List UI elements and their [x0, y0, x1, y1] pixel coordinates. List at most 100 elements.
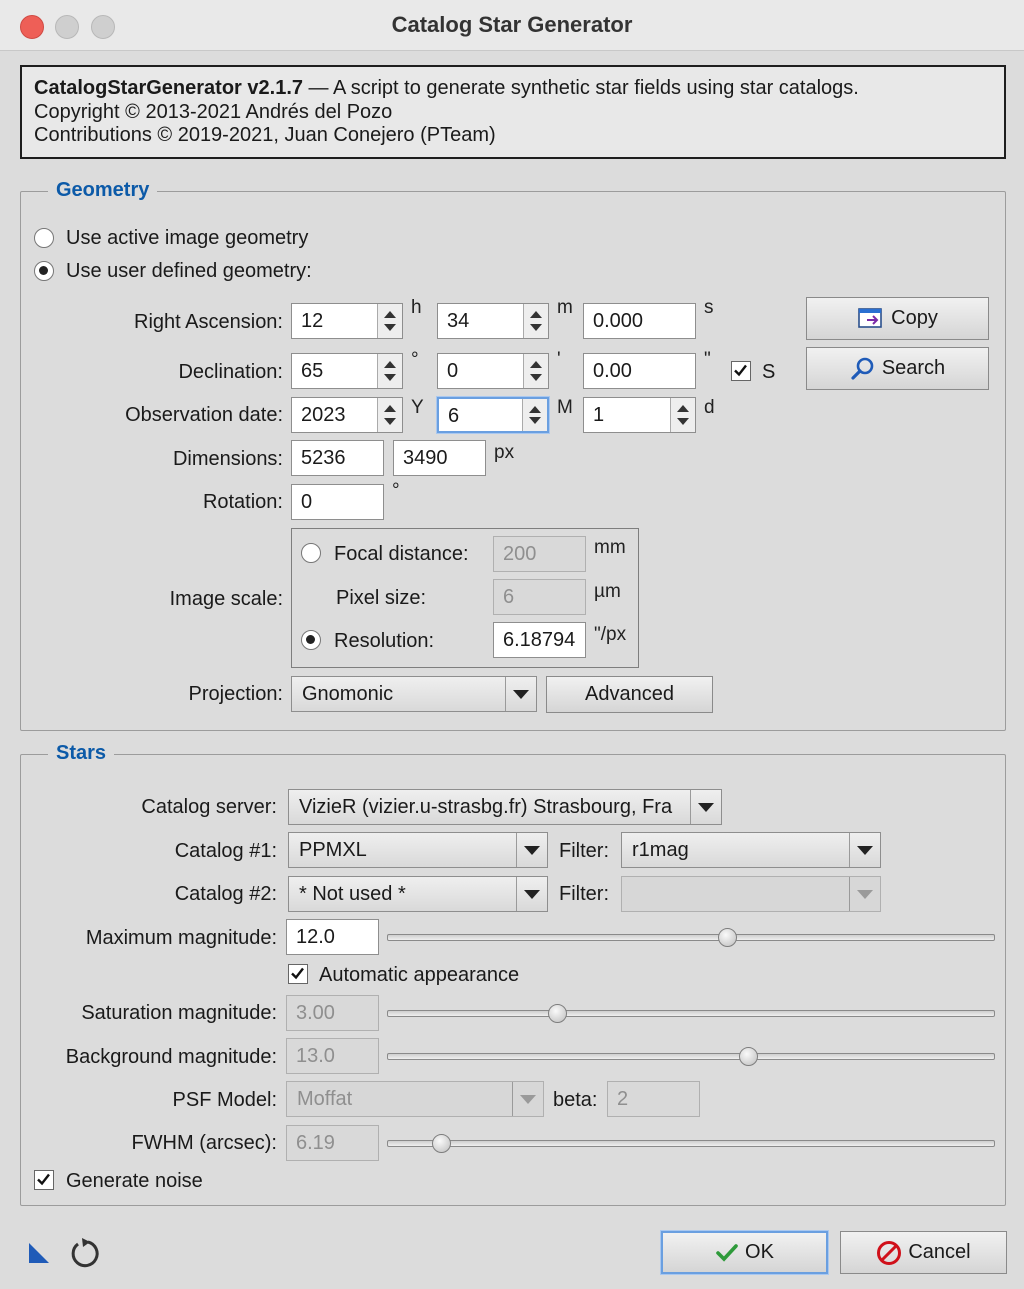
month-stepper[interactable]	[522, 399, 547, 431]
ra-hours-value: 12	[301, 310, 324, 332]
south-checkbox[interactable]	[731, 361, 751, 381]
radio-user-geometry[interactable]	[34, 261, 54, 281]
radio-active-geometry-label: Use active image geometry	[66, 227, 309, 249]
year-unit: Y	[411, 397, 424, 418]
width-input[interactable]: 5236	[291, 440, 384, 476]
dec-minutes-unit: '	[557, 349, 561, 370]
dec-degrees-stepper[interactable]	[377, 354, 402, 388]
radio-active-geometry[interactable]	[34, 228, 54, 248]
month-unit: M	[557, 397, 573, 418]
dec-degrees-value: 65	[301, 360, 324, 382]
new-instance-icon[interactable]	[27, 1241, 51, 1265]
psf-model-label: PSF Model:	[172, 1089, 277, 1111]
generate-noise-checkbox[interactable]	[34, 1170, 54, 1190]
rotation-input[interactable]: 0	[291, 484, 384, 520]
resolution-input[interactable]: 6.18794	[493, 622, 586, 658]
fwhm-input[interactable]: 6.19	[286, 1125, 379, 1161]
resolution-label: Resolution:	[334, 630, 435, 652]
search-button[interactable]: Search	[806, 347, 989, 390]
radio-focal-distance[interactable]	[301, 543, 321, 563]
auto-appearance-checkbox[interactable]	[288, 964, 308, 984]
ok-button[interactable]: OK	[661, 1231, 828, 1274]
resolution-unit: "/px	[594, 624, 627, 645]
dec-degrees-unit: °	[411, 349, 419, 370]
reset-icon[interactable]	[68, 1236, 102, 1270]
month-value: 6	[448, 405, 460, 427]
geometry-group-title: Geometry	[48, 179, 158, 202]
checkmark-icon	[734, 364, 747, 377]
year-spinbox[interactable]: 2023	[291, 397, 403, 433]
cancel-button[interactable]: Cancel	[840, 1231, 1007, 1274]
ra-minutes-value: 34	[447, 310, 470, 332]
ra-hours-stepper[interactable]	[377, 304, 402, 338]
beta-input[interactable]: 2	[607, 1081, 700, 1117]
day-stepper[interactable]	[670, 398, 695, 432]
day-spinbox[interactable]: 1	[583, 397, 696, 433]
script-description: — A script to generate synthetic star fi…	[303, 77, 859, 99]
south-label: S	[762, 361, 776, 383]
filter1-select[interactable]: r1mag	[621, 832, 881, 868]
catalog-server-select[interactable]: VizieR (vizier.u-strasbg.fr) Strasbourg,…	[288, 789, 722, 825]
catalog1-value: PPMXL	[299, 839, 367, 861]
pixel-size-input[interactable]: 6	[493, 579, 586, 615]
ra-seconds-input[interactable]: 0.000	[583, 303, 696, 339]
day-unit: d	[704, 397, 715, 418]
copy-icon	[858, 307, 882, 328]
filter2-select[interactable]	[621, 876, 881, 912]
generate-noise-label: Generate noise	[66, 1170, 203, 1192]
psf-model-select[interactable]: Moffat	[286, 1081, 544, 1117]
auto-appearance-label: Automatic appearance	[319, 964, 520, 986]
filter1-value: r1mag	[632, 839, 689, 861]
catalog2-select[interactable]: * Not used *	[288, 876, 548, 912]
year-value: 2023	[301, 404, 346, 426]
background-magnitude-slider[interactable]	[387, 1053, 995, 1060]
focal-distance-unit: mm	[594, 537, 626, 558]
chevron-down-icon	[512, 1082, 543, 1116]
dec-minutes-stepper[interactable]	[523, 354, 548, 388]
saturation-magnitude-label: Saturation magnitude:	[81, 1002, 277, 1024]
height-input[interactable]: 3490	[393, 440, 486, 476]
contributions-text: Contributions © 2019-2021, Juan Conejero…	[34, 124, 496, 146]
dec-label: Declination:	[178, 361, 283, 383]
chevron-down-icon	[516, 877, 547, 911]
max-magnitude-slider-handle[interactable]	[717, 928, 737, 947]
window-title: Catalog Star Generator	[391, 12, 633, 37]
dec-minutes-value: 0	[447, 360, 459, 382]
copy-button[interactable]: Copy	[806, 297, 989, 340]
year-stepper[interactable]	[377, 398, 402, 432]
chevron-down-icon	[505, 677, 536, 711]
saturation-magnitude-slider[interactable]	[387, 1010, 995, 1017]
dec-seconds-input[interactable]: 0.00	[583, 353, 696, 389]
dec-minutes-spinbox[interactable]: 0	[437, 353, 549, 389]
radio-resolution[interactable]	[301, 630, 321, 650]
cancel-button-label: Cancel	[908, 1241, 971, 1263]
max-magnitude-label: Maximum magnitude:	[85, 927, 277, 949]
ra-minutes-stepper[interactable]	[523, 304, 548, 338]
chevron-down-icon	[849, 833, 880, 867]
saturation-magnitude-input[interactable]: 3.00	[286, 995, 379, 1031]
saturation-magnitude-slider-handle[interactable]	[547, 1004, 567, 1023]
projection-value: Gnomonic	[302, 683, 394, 705]
month-spinbox[interactable]: 6	[437, 397, 549, 433]
catalog1-select[interactable]: PPMXL	[288, 832, 548, 868]
fwhm-label: FWHM (arcsec):	[131, 1132, 277, 1154]
copyright-text: Copyright © 2013-2021 Andrés del Pozo	[34, 100, 393, 123]
ra-minutes-spinbox[interactable]: 34	[437, 303, 549, 339]
background-magnitude-label: Background magnitude:	[65, 1046, 277, 1068]
max-magnitude-input[interactable]: 12.0	[286, 919, 379, 955]
advanced-button[interactable]: Advanced	[546, 676, 713, 713]
background-magnitude-input[interactable]: 13.0	[286, 1038, 379, 1074]
ra-seconds-unit: s	[704, 297, 714, 318]
catalog1-label: Catalog #1:	[174, 840, 277, 862]
beta-label: beta:	[553, 1089, 598, 1111]
fwhm-slider[interactable]	[387, 1140, 995, 1147]
max-magnitude-slider[interactable]	[387, 934, 995, 941]
script-info-box: CatalogStarGenerator v2.1.7 — A script t…	[20, 65, 1006, 159]
projection-select[interactable]: Gnomonic	[291, 676, 537, 712]
dec-degrees-spinbox[interactable]: 65	[291, 353, 403, 389]
ra-hours-spinbox[interactable]: 12	[291, 303, 403, 339]
focal-distance-input[interactable]: 200	[493, 536, 586, 572]
projection-label: Projection:	[188, 683, 284, 705]
catalog2-value: * Not used *	[299, 883, 406, 905]
day-value: 1	[593, 404, 605, 426]
